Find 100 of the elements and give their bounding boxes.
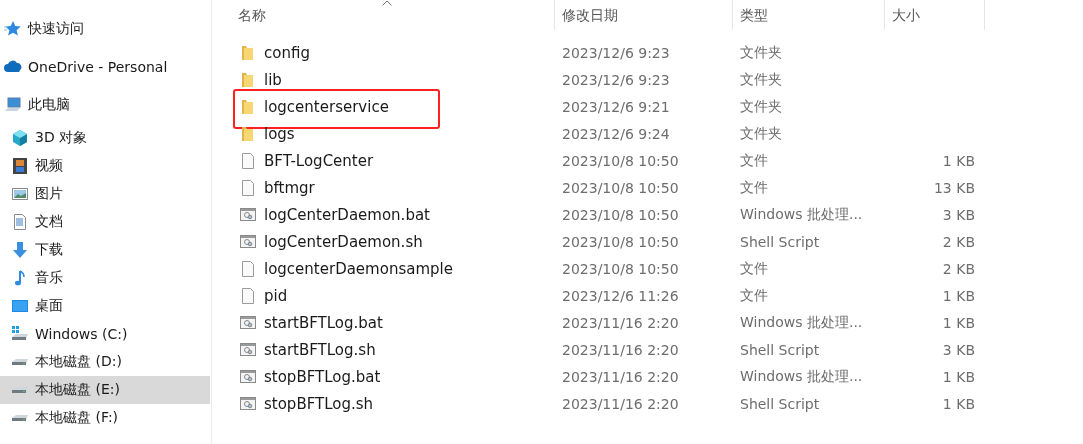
date-cell: 2023/12/6 11:26 — [562, 287, 679, 304]
type-cell: 文件夹 — [740, 43, 782, 60]
file-name[interactable]: BFT-LogCenter — [264, 151, 374, 170]
script-file-icon — [239, 394, 257, 413]
sidebar-label: 下载 — [35, 241, 63, 259]
file-name[interactable]: stopBFTLog.sh — [264, 394, 374, 413]
sidebar-label: OneDrive - Personal — [28, 59, 168, 75]
sidebar-item[interactable]: 此电脑 — [0, 86, 210, 124]
cube-icon — [11, 129, 29, 147]
file-icon — [239, 151, 257, 170]
sidebar-item[interactable]: 3D 对象 — [0, 124, 210, 152]
sidebar-item[interactable]: 本地磁盘 (F:) — [0, 404, 210, 432]
type-cell: 文件 — [740, 286, 768, 303]
type-cell: Shell Script — [740, 395, 820, 412]
date-cell: 2023/10/8 10:50 — [562, 260, 679, 277]
script-file-icon — [239, 205, 257, 224]
windows-drive-icon — [11, 325, 29, 343]
date-cell: 2023/12/6 9:23 — [562, 44, 670, 61]
file-name[interactable]: logCenterDaemon.sh — [264, 232, 423, 251]
date-cell: 2023/12/6 9:23 — [562, 71, 670, 88]
sidebar-item[interactable]: 本地磁盘 (E:) — [0, 376, 210, 404]
column-header[interactable]: 修改日期 — [555, 0, 733, 30]
type-cell: Windows 批处理... — [740, 367, 863, 384]
sidebar-label: 此电脑 — [28, 96, 70, 114]
type-cell: Windows 批处理... — [740, 313, 863, 330]
size-cell: 3 KB — [942, 206, 975, 223]
date-cell: 2023/11/16 2:20 — [562, 395, 679, 412]
file-name[interactable]: startBFTLog.sh — [264, 340, 376, 359]
type-cell: 文件 — [740, 151, 768, 168]
computer-icon — [4, 96, 22, 114]
date-cell: 2023/10/8 10:50 — [562, 206, 679, 223]
column-header[interactable]: 类型 — [733, 0, 885, 30]
film-icon — [11, 157, 29, 175]
sidebar-label: 快速访问 — [28, 20, 84, 38]
size-cell: 1 KB — [942, 287, 975, 304]
sidebar-label: Windows (C:) — [35, 326, 128, 342]
type-cell: Shell Script — [740, 233, 820, 250]
document-icon — [11, 213, 29, 231]
drive-icon — [11, 386, 29, 394]
type-cell: Shell Script — [740, 341, 820, 358]
column-header[interactable]: 名称 — [236, 0, 555, 30]
file-name[interactable]: config — [264, 43, 310, 62]
script-file-icon — [239, 313, 257, 332]
sidebar-item[interactable]: Windows (C:) — [0, 320, 210, 348]
desktop-icon — [11, 297, 29, 315]
sidebar-label: 文档 — [35, 213, 63, 231]
size-cell: 1 KB — [942, 395, 975, 412]
sidebar-label: 桌面 — [35, 297, 63, 315]
size-cell: 1 KB — [942, 152, 975, 169]
sidebar-label: 3D 对象 — [35, 129, 88, 147]
star-icon — [4, 20, 22, 38]
type-cell: 文件 — [740, 259, 768, 276]
sidebar-item[interactable]: 桌面 — [0, 292, 210, 320]
file-name[interactable]: startBFTLog.bat — [264, 313, 383, 332]
file-icon — [239, 178, 257, 197]
drive-icon — [11, 358, 29, 366]
down-arrow-icon — [11, 241, 29, 259]
size-cell: 2 KB — [942, 233, 975, 250]
drive-icon — [11, 414, 29, 422]
file-name[interactable]: lib — [264, 70, 282, 89]
date-cell: 2023/10/8 10:50 — [562, 152, 679, 169]
sidebar-item[interactable]: 本地磁盘 (D:) — [0, 348, 210, 376]
sidebar-item[interactable]: OneDrive - Personal — [0, 48, 210, 86]
date-cell: 2023/11/16 2:20 — [562, 341, 679, 358]
size-cell: 1 KB — [942, 314, 975, 331]
sidebar-label: 音乐 — [35, 269, 63, 287]
file-name[interactable]: bftmgr — [264, 178, 315, 197]
file-name[interactable]: logcenterDaemonsample — [264, 259, 453, 278]
file-name[interactable]: logs — [264, 124, 295, 143]
date-cell: 2023/10/8 10:50 — [562, 233, 679, 250]
sidebar-label: 视频 — [35, 157, 63, 175]
sidebar-item[interactable]: 快速访问 — [0, 10, 210, 48]
file-icon — [239, 259, 257, 278]
type-cell: 文件夹 — [740, 124, 782, 141]
file-icon — [239, 286, 257, 305]
sidebar-item[interactable]: 图片 — [0, 180, 210, 208]
type-cell: 文件 — [740, 178, 768, 195]
file-name[interactable]: stopBFTLog.bat — [264, 367, 381, 386]
file-name[interactable]: logcenterservice — [264, 97, 389, 116]
sidebar-label: 本地磁盘 (F:) — [35, 409, 119, 427]
script-file-icon — [239, 232, 257, 251]
size-cell: 2 KB — [942, 260, 975, 277]
file-name[interactable]: logCenterDaemon.bat — [264, 205, 430, 224]
sidebar-item[interactable]: 音乐 — [0, 264, 210, 292]
type-cell: 文件夹 — [740, 97, 782, 114]
file-name[interactable]: pid — [264, 286, 288, 305]
script-file-icon — [239, 367, 257, 386]
sidebar-item[interactable]: 下载 — [0, 236, 210, 264]
date-cell: 2023/11/16 2:20 — [562, 314, 679, 331]
sidebar-label: 本地磁盘 (D:) — [35, 353, 122, 371]
sidebar-item[interactable]: 视频 — [0, 152, 210, 180]
date-cell: 2023/10/8 10:50 — [562, 179, 679, 196]
image-icon — [11, 185, 29, 203]
type-cell: 文件夹 — [740, 70, 782, 87]
column-header[interactable]: 大小 — [885, 0, 985, 30]
date-cell: 2023/11/16 2:20 — [562, 368, 679, 385]
sidebar-item[interactable]: 文档 — [0, 208, 210, 236]
size-cell: 1 KB — [942, 368, 975, 385]
date-cell: 2023/12/6 9:21 — [562, 98, 670, 115]
size-cell: 3 KB — [942, 341, 975, 358]
